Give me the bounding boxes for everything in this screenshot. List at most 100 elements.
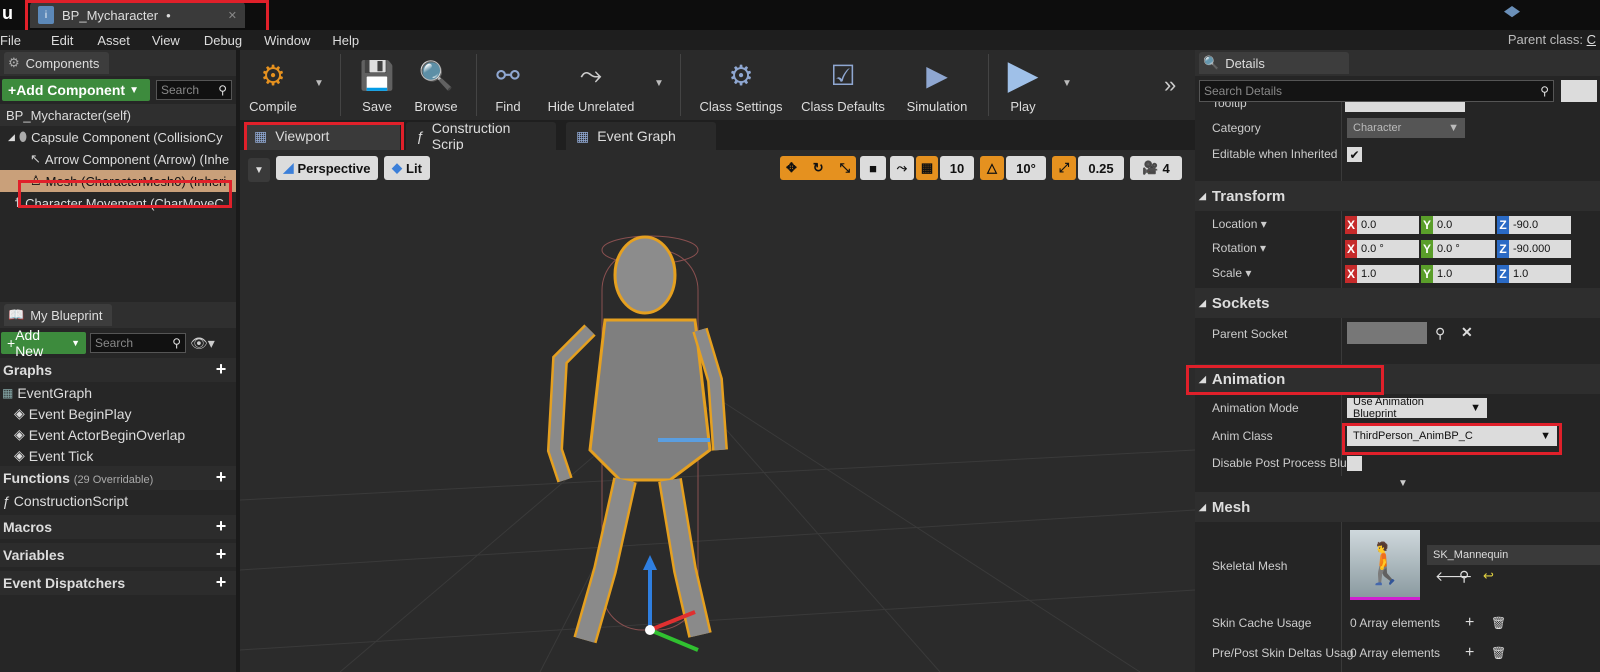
rotation-x-field[interactable]: 0.0 ° — [1357, 240, 1419, 258]
trash-icon[interactable]: 🗑 — [1491, 646, 1506, 660]
toolbar-overflow-icon[interactable]: » — [1164, 72, 1176, 98]
mesh-section[interactable]: ◢ Mesh — [1195, 492, 1600, 522]
component-item-movement[interactable]: ☨ Character Movement (CharMoveC — [0, 192, 236, 214]
class-defaults-button[interactable]: ☑ Class Defaults — [798, 50, 888, 120]
add-element-icon[interactable]: + — [1465, 614, 1474, 632]
my-blueprint-tab[interactable]: 📖 My Blueprint — [4, 304, 113, 326]
event-item[interactable]: ◈ Event ActorBeginOverlap — [0, 424, 236, 445]
details-tab[interactable]: 🔍 Details — [1199, 52, 1349, 74]
component-item-self[interactable]: BP_Mycharacter(self) — [0, 104, 236, 126]
graphs-section[interactable]: Graphs + — [0, 358, 236, 382]
blueprint-search-input[interactable]: Search ⚲ — [90, 333, 186, 353]
rotation-y-field[interactable]: 0.0 ° — [1433, 240, 1495, 258]
scale-label[interactable]: Scale ▾ — [1212, 266, 1251, 280]
variables-section[interactable]: Variables + — [0, 543, 236, 567]
search-icon[interactable]: ⚲ — [1435, 325, 1445, 342]
scale-snap-value[interactable]: 0.25 — [1078, 156, 1124, 180]
construction-script-item[interactable]: ƒ ConstructionScript — [0, 490, 236, 511]
add-component-button[interactable]: + Add Component ▼ — [2, 79, 150, 101]
rotate-icon[interactable]: ↻ — [813, 160, 824, 176]
rotation-z-field[interactable]: -90.000 — [1509, 240, 1571, 258]
grid-snap-icon[interactable]: ▦ — [916, 156, 938, 180]
menu-asset[interactable]: Asset — [83, 33, 140, 48]
component-item-capsule[interactable]: ◢ ⬮ Capsule Component (CollisionCy — [0, 126, 236, 148]
expand-arrow-icon[interactable]: ◢ — [8, 132, 15, 143]
tab-viewport[interactable]: ▦ Viewport — [244, 122, 400, 150]
event-graph-item[interactable]: ▦ EventGraph — [0, 382, 236, 403]
event-item[interactable]: ◈ Event BeginPlay — [0, 403, 236, 424]
add-function-button[interactable]: + — [212, 468, 230, 487]
category-dropdown[interactable]: Character ▼ — [1347, 118, 1465, 138]
transform-section[interactable]: ◢ Transform — [1195, 181, 1600, 211]
scale-icon[interactable]: ⤡ — [840, 160, 850, 176]
surface-snap-icon[interactable]: ⤳ — [890, 156, 914, 180]
sockets-section[interactable]: ◢ Sockets — [1195, 288, 1600, 318]
hide-options-icon[interactable]: ▼ — [654, 78, 664, 89]
location-x-field[interactable]: 0.0 — [1357, 216, 1419, 234]
camera-speed-button[interactable]: 🎥 4 — [1130, 156, 1182, 180]
location-z-field[interactable]: -90.0 — [1509, 216, 1571, 234]
skeletal-mesh-field[interactable]: SK_Mannequin — [1427, 545, 1600, 565]
tab-construction-script[interactable]: ƒ Construction Scrip — [406, 120, 556, 152]
rotation-label[interactable]: Rotation ▾ — [1212, 241, 1266, 255]
scale-y-field[interactable]: 1.0 — [1433, 265, 1495, 283]
editable-checkbox[interactable]: ✔ — [1347, 147, 1362, 162]
components-tab[interactable]: ⚙ Components — [4, 52, 110, 74]
rotation-snap-value[interactable]: 10° — [1006, 156, 1046, 180]
tooltip-field[interactable] — [1345, 102, 1465, 112]
reset-icon[interactable]: ↩ — [1483, 568, 1494, 584]
menu-help[interactable]: Help — [320, 33, 369, 48]
find-button[interactable]: ⚯ Find — [486, 50, 530, 120]
compile-button[interactable]: ⚙ Compile — [244, 50, 302, 120]
trash-icon[interactable]: 🗑 — [1491, 616, 1506, 630]
add-dispatcher-button[interactable]: + — [212, 573, 230, 592]
anim-class-dropdown[interactable]: ThirdPerson_AnimBP_C ▼ — [1347, 426, 1557, 446]
character-mesh[interactable] — [240, 150, 1195, 672]
translate-icon[interactable]: ✥ — [786, 160, 797, 176]
dispatchers-section[interactable]: Event Dispatchers + — [0, 571, 236, 595]
parent-class-link[interactable]: C — [1587, 32, 1596, 47]
menu-file[interactable]: File — [0, 33, 31, 48]
animation-section[interactable]: ◢ Animation — [1195, 364, 1600, 394]
perspective-button[interactable]: ◢ Perspective — [276, 156, 378, 180]
rotation-snap-icon[interactable]: △ — [980, 156, 1004, 180]
add-macro-button[interactable]: + — [212, 517, 230, 536]
expand-advanced-icon[interactable]: ▼ — [1398, 478, 1408, 489]
add-new-button[interactable]: + Add New ▼ — [1, 327, 86, 359]
save-button[interactable]: 💾 Save — [352, 50, 402, 120]
hide-unrelated-button[interactable]: ⤳ Hide Unrelated — [544, 50, 638, 120]
tab-event-graph[interactable]: ▦ Event Graph — [566, 122, 716, 150]
play-options-icon[interactable]: ▼ — [1062, 78, 1072, 89]
menu-view[interactable]: View — [140, 33, 190, 48]
macros-section[interactable]: Macros + — [0, 515, 236, 539]
lit-button[interactable]: ◆ Lit — [384, 156, 430, 180]
disable-post-process-checkbox[interactable] — [1347, 456, 1362, 471]
document-tab[interactable]: i BP_Mycharacter • ✕ — [30, 2, 245, 28]
add-element-icon[interactable]: + — [1465, 644, 1474, 662]
location-label[interactable]: Location ▾ — [1212, 217, 1267, 231]
details-view-options[interactable] — [1561, 80, 1597, 102]
world-space-icon[interactable]: ■ — [860, 156, 886, 180]
component-item-arrow[interactable]: ↖ Arrow Component (Arrow) (Inhe — [0, 148, 236, 170]
compile-options-icon[interactable]: ▼ — [314, 78, 324, 89]
details-search-input[interactable]: Search Details ⚲ — [1199, 80, 1554, 102]
event-item[interactable]: ◈ Event Tick — [0, 445, 236, 466]
functions-section[interactable]: Functions (29 Overridable) + — [0, 466, 236, 490]
menu-window[interactable]: Window — [252, 33, 320, 48]
browse-button[interactable]: 🔍 Browse — [408, 50, 464, 120]
animation-mode-dropdown[interactable]: Use Animation Blueprint ▼ — [1347, 396, 1487, 420]
simulation-button[interactable]: ▶ Simulation — [900, 50, 974, 120]
viewport[interactable]: ▼ ◢ Perspective ◆ Lit ✥ ↻ ⤡ ■ ⤳ ▦ 10 △ 10° ⤢… — [240, 150, 1195, 672]
menu-edit[interactable]: Edit — [31, 33, 83, 48]
parent-socket-field[interactable] — [1347, 322, 1427, 344]
add-graph-button[interactable]: + — [212, 360, 230, 379]
class-settings-button[interactable]: ⚙ Class Settings — [696, 50, 786, 120]
scale-z-field[interactable]: 1.0 — [1509, 265, 1571, 283]
components-search-input[interactable]: Search ⚲ — [156, 80, 232, 100]
transform-mode-group[interactable]: ✥ ↻ ⤡ — [780, 156, 856, 180]
scale-snap-icon[interactable]: ⤢ — [1052, 156, 1076, 180]
menu-debug[interactable]: Debug — [190, 33, 252, 48]
close-tab-icon[interactable]: ✕ — [228, 9, 237, 22]
add-variable-button[interactable]: + — [212, 545, 230, 564]
clear-icon[interactable]: ✕ — [1461, 324, 1473, 341]
